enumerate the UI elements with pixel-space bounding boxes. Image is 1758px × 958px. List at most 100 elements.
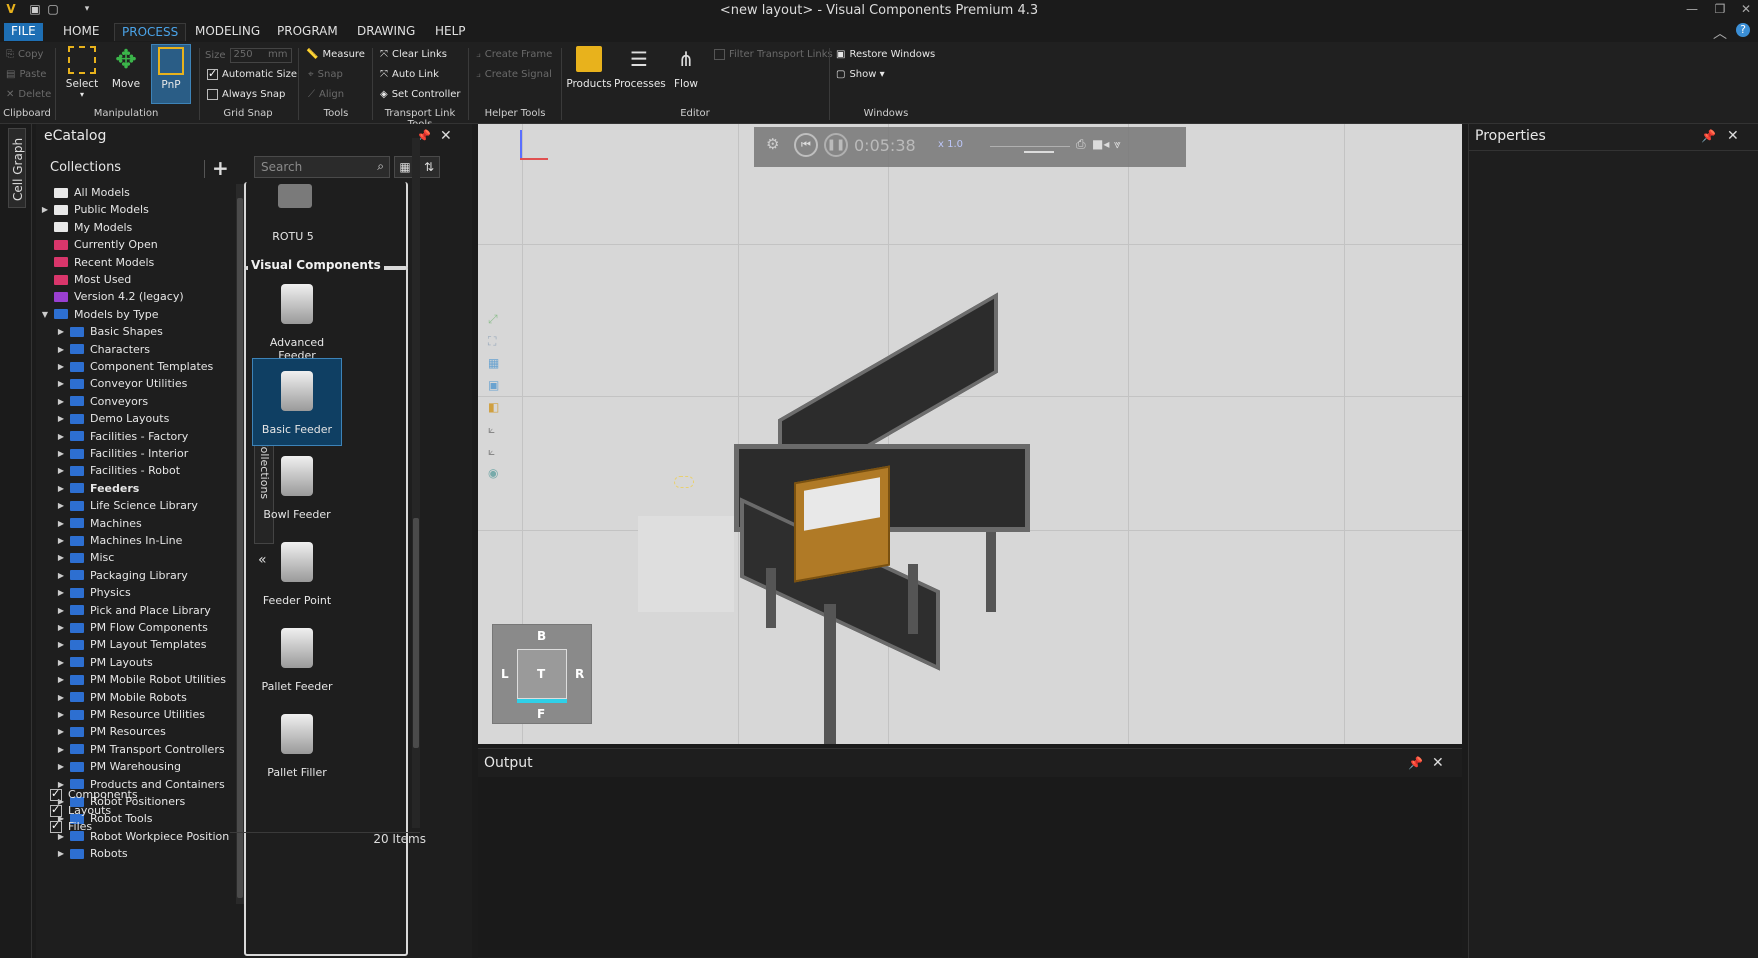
menu-home[interactable]: HOME <box>56 23 106 41</box>
expand-arrow-icon[interactable]: ▶ <box>56 327 66 336</box>
tree-item[interactable]: ▶ Misc <box>56 549 114 566</box>
copy-button[interactable]: ⎘ Copy <box>6 49 43 60</box>
checkbox-box[interactable] <box>50 819 62 833</box>
tree-item[interactable]: ▼ Models by Type <box>40 306 159 323</box>
always-snap-check[interactable] <box>207 89 218 100</box>
filter-transport-links-check[interactable] <box>714 49 725 60</box>
help-icon[interactable]: ? <box>1736 23 1750 37</box>
expand-arrow-icon[interactable]: ▶ <box>56 553 66 562</box>
menu-file[interactable]: FILE <box>4 23 43 41</box>
pnp-button[interactable]: PnP <box>151 44 191 104</box>
expand-arrow-icon[interactable]: ▶ <box>56 432 66 441</box>
automatic-size-check[interactable] <box>207 67 218 80</box>
expand-arrow-icon[interactable]: ▶ <box>56 640 66 649</box>
expand-arrow-icon[interactable]: ▶ <box>56 710 66 719</box>
menu-process[interactable]: PROCESS <box>114 23 187 41</box>
expand-arrow-icon[interactable]: ▶ <box>56 362 66 371</box>
perspective-view-icon[interactable]: ▣ <box>488 378 504 400</box>
filter-files-checkbox[interactable]: Files <box>50 819 92 833</box>
collapse-arrow-icon[interactable]: ▼ <box>40 310 50 319</box>
collapse-ribbon-icon[interactable]: ︿ <box>1712 23 1728 42</box>
axis-tool-icon[interactable]: ⟀ <box>488 422 504 444</box>
close-icon[interactable]: ✕ <box>1432 755 1444 771</box>
tree-item[interactable]: ▶ Packaging Library <box>56 567 188 584</box>
cell-graph-tab[interactable]: Cell Graph <box>8 128 26 208</box>
menu-drawing[interactable]: DRAWING <box>350 23 422 41</box>
expand-arrow-icon[interactable]: ▶ <box>56 849 66 858</box>
expand-arrow-icon[interactable]: ▶ <box>56 675 66 684</box>
always-snap-checkbox[interactable]: Always Snap <box>207 89 285 100</box>
navcube-front-label[interactable]: F <box>537 707 545 721</box>
paste-button[interactable]: ▤ Paste <box>6 69 46 80</box>
ortho-view-icon[interactable]: ▦ <box>488 356 504 378</box>
expand-arrow-icon[interactable]: ▶ <box>56 397 66 406</box>
delete-button[interactable]: ✕ Delete <box>6 89 51 100</box>
restore-windows-button[interactable]: ▣ Restore Windows <box>836 49 935 60</box>
pin-icon[interactable]: 📌 <box>1408 756 1423 770</box>
filter-transport-links-checkbox[interactable]: Filter Transport Links <box>714 49 833 60</box>
render-mode-icon[interactable]: ◧ <box>488 400 504 422</box>
tree-item[interactable]: Most Used <box>40 271 131 288</box>
export-pdf-icon[interactable]: ⎙ <box>1076 137 1086 152</box>
size-input[interactable]: 250 mm <box>229 48 292 63</box>
expand-arrow-icon[interactable]: ▶ <box>56 449 66 458</box>
menu-modeling[interactable]: MODELING <box>188 23 267 41</box>
flow-button[interactable]: ⋔ Flow <box>668 46 704 90</box>
filter-icon[interactable]: ⩔ <box>1114 137 1121 152</box>
tree-item[interactable]: ▶ PM Resources <box>56 723 166 740</box>
expand-arrow-icon[interactable]: ▶ <box>56 623 66 632</box>
expand-arrow-icon[interactable]: ▶ <box>56 745 66 754</box>
3d-viewport[interactable]: ⚙ ⏮ ❚❚ 0:05:38 x 1.0 ⎙ ■◂ ⩔ ⤢ ⛶ ▦ ▣ ◧ ⟀ … <box>478 124 1462 744</box>
catalog-item[interactable]: ROTU 5 <box>248 230 338 243</box>
tree-item[interactable]: ▶ PM Layouts <box>56 654 153 671</box>
tree-item[interactable]: ▶ PM Layout Templates <box>56 636 207 653</box>
expand-arrow-icon[interactable]: ▶ <box>56 501 66 510</box>
expand-arrow-icon[interactable]: ▶ <box>56 519 66 528</box>
catalog-item[interactable]: Feeder Point <box>252 530 342 607</box>
expand-arrow-icon[interactable]: ▶ <box>56 414 66 423</box>
checkbox-box[interactable] <box>50 787 62 801</box>
grid-size-field[interactable]: Size 250 mm <box>205 48 292 63</box>
record-video-icon[interactable]: ■◂ <box>1092 137 1109 151</box>
catalog-item[interactable]: Advanced Feeder <box>252 272 342 362</box>
expand-arrow-icon[interactable]: ▶ <box>56 536 66 545</box>
fit-selection-icon[interactable]: ⛶ <box>488 334 504 356</box>
sim-settings-icon[interactable]: ⚙ <box>766 135 779 153</box>
expand-arrow-icon[interactable]: ▶ <box>56 571 66 580</box>
move-button[interactable]: ✥ Move <box>108 46 144 90</box>
expand-arrow-icon[interactable]: ▶ <box>56 588 66 597</box>
close-icon[interactable]: ✕ <box>440 128 452 144</box>
navcube-back-label[interactable]: B <box>537 629 546 643</box>
create-signal-button[interactable]: ⟓ Create Signal <box>476 69 552 80</box>
minimize-icon[interactable]: — <box>1684 2 1700 18</box>
expand-arrow-icon[interactable]: ▶ <box>56 832 66 841</box>
tree-item[interactable]: Recent Models <box>40 254 154 271</box>
output-log[interactable] <box>478 777 1462 957</box>
expand-arrow-icon[interactable]: ▶ <box>56 693 66 702</box>
tree-item[interactable]: ▶ Physics <box>56 584 131 601</box>
catalog-item[interactable]: Pallet Feeder <box>252 616 342 693</box>
tree-item[interactable]: ▶ PM Mobile Robot Utilities <box>56 671 226 688</box>
expand-arrow-icon[interactable]: ▶ <box>56 466 66 475</box>
navcube-top-label[interactable]: T <box>537 667 545 681</box>
create-frame-button[interactable]: ⟓ Create Frame <box>476 49 552 60</box>
tree-item[interactable]: ▶ Machines In-Line <box>56 532 182 549</box>
navigation-cube[interactable]: T B L R F <box>492 624 592 724</box>
menu-program[interactable]: PROGRAM <box>270 23 345 41</box>
snap-button[interactable]: ⌖ Snap <box>308 69 343 80</box>
tree-item[interactable]: ▶ Facilities - Interior <box>56 445 188 462</box>
catalog-item[interactable]: Pallet Filler <box>252 702 342 779</box>
reset-icon[interactable]: ⏮ <box>794 133 818 157</box>
filter-components-checkbox[interactable]: Components <box>50 787 138 801</box>
tree-item[interactable]: ▶ Conveyors <box>56 393 148 410</box>
align-button[interactable]: ⟋ Align <box>308 89 344 100</box>
search-input[interactable]: Search ⌕ <box>254 156 390 178</box>
tree-item[interactable]: ▶ Facilities - Robot <box>56 462 180 479</box>
expand-arrow-icon[interactable]: ▶ <box>56 727 66 736</box>
tree-item[interactable]: ▶ Basic Shapes <box>56 323 163 340</box>
expand-arrow-icon[interactable]: ▶ <box>56 762 66 771</box>
pause-icon[interactable]: ❚❚ <box>824 133 848 157</box>
tree-item[interactable]: ▶ Machines <box>56 515 142 532</box>
tree-item[interactable]: Currently Open <box>40 236 158 253</box>
tree-item[interactable]: ▶ Component Templates <box>56 358 213 375</box>
